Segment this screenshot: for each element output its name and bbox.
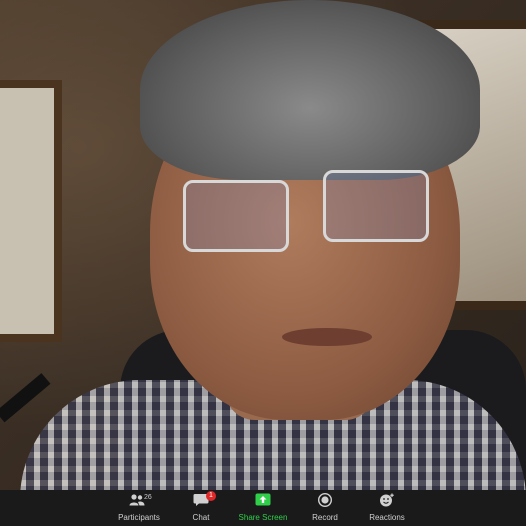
right-lens — [323, 170, 429, 242]
reactions-label: Reactions — [369, 513, 405, 522]
participants-icon — [129, 494, 145, 506]
share-screen-icon — [255, 493, 271, 506]
participant-mouth — [282, 328, 372, 346]
share-screen-button[interactable]: Share Screen — [231, 490, 295, 526]
participants-button[interactable]: 26 Participants — [107, 490, 171, 526]
meeting-toolbar: 26 Participants 1 Chat Share Screen Reco… — [0, 490, 526, 526]
reactions-button[interactable]: Reactions — [355, 490, 419, 526]
participant-count: 26 — [144, 494, 152, 501]
reactions-icon — [380, 493, 394, 507]
record-button[interactable]: Record — [295, 490, 355, 526]
chat-button[interactable]: 1 Chat — [171, 490, 231, 526]
participants-label: Participants — [118, 513, 160, 522]
chat-unread-badge: 1 — [206, 491, 216, 501]
chat-label: Chat — [192, 513, 210, 522]
wall-picture-frame-left — [0, 80, 62, 342]
share-screen-label: Share Screen — [238, 513, 288, 522]
record-icon — [318, 493, 332, 507]
participant-hair — [140, 0, 480, 180]
left-lens — [183, 180, 289, 252]
video-feed — [0, 0, 526, 490]
record-label: Record — [312, 513, 338, 522]
eyeglasses — [175, 160, 435, 260]
